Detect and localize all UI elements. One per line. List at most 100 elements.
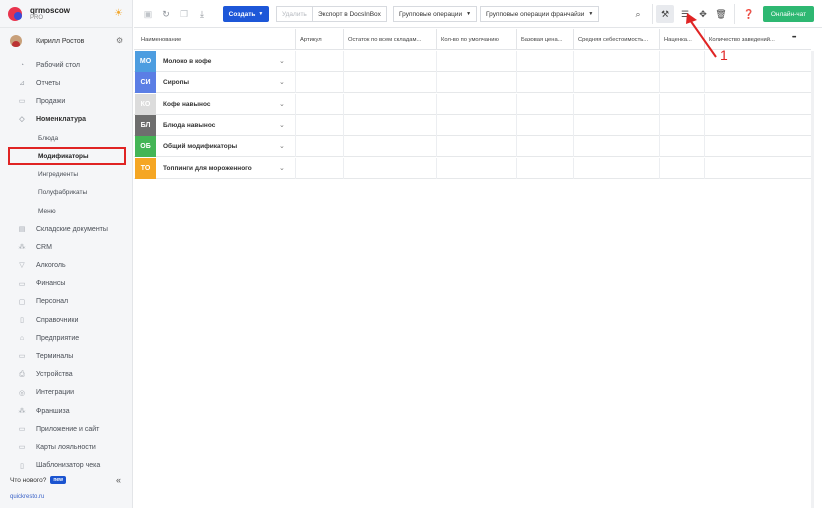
sidebar-item-label: Финансы xyxy=(36,280,66,288)
annotation-number: 1 xyxy=(720,47,728,63)
sidebar-item-loyalty[interactable]: ▭ Карты лояльности xyxy=(0,438,133,456)
sidebar-item-enterprise[interactable]: ⌂ Предприятие xyxy=(0,329,133,347)
group-operations-button[interactable]: Групповые операции ▼ xyxy=(393,6,478,22)
sidebar-item-staff[interactable]: ▢ Персонал xyxy=(0,293,133,311)
search-icon[interactable]: ⌕ xyxy=(632,8,644,20)
sidebar-item-directories[interactable]: ▯ Справочники xyxy=(0,311,133,329)
table-cell xyxy=(343,93,436,115)
table-cell xyxy=(659,136,704,158)
sidebar-item-label: Карты лояльности xyxy=(36,443,96,451)
export-docsinbox-button[interactable]: Экспорт в DocsInBox xyxy=(312,6,387,22)
table-cell xyxy=(659,114,704,136)
column-header[interactable]: Базовая цена... xyxy=(516,29,573,50)
column-header[interactable]: Остаток по всем складам... xyxy=(343,29,436,50)
vertical-scrollbar[interactable] xyxy=(811,51,814,508)
sidebar-item-label: Терминалы xyxy=(36,352,74,360)
sidebar-item-warehouse[interactable]: ▤ Складские документы xyxy=(0,220,133,238)
sidebar-item-terminals[interactable]: ▭ Терминалы xyxy=(0,347,133,365)
footer-link[interactable]: quickresto.ru xyxy=(10,494,44,500)
sidebar-item-receipt-template[interactable]: ▯ Шаблонизатор чека xyxy=(0,457,133,475)
sidebar-subitem[interactable]: Меню xyxy=(0,202,133,220)
chevron-down-icon[interactable]: ⌄ xyxy=(279,100,285,108)
sidebar-item-integrations[interactable]: ◎ Интеграции xyxy=(0,384,133,402)
brand-plan: PRO xyxy=(30,14,44,21)
group-operations-franchise-button[interactable]: Групповые операции франчайзи ▼ xyxy=(480,6,600,22)
copy-icon[interactable]: ❐ xyxy=(178,8,190,20)
sidebar-subitem[interactable]: Полуфабрикаты xyxy=(0,183,133,201)
table-cell xyxy=(516,114,573,136)
more-options-icon[interactable]: ••• xyxy=(792,35,796,41)
table-cell xyxy=(573,136,659,158)
refresh-icon[interactable]: ↻ xyxy=(160,8,172,20)
table-cell xyxy=(295,157,343,179)
sidebar-subitem-label: Ингредиенты xyxy=(38,170,78,178)
table-cell xyxy=(573,114,659,136)
table-row[interactable]: КО Кофе навынос ⌄ xyxy=(134,93,811,115)
table-cell xyxy=(516,136,573,158)
delete-button[interactable]: Удалить xyxy=(276,6,313,22)
sidebar-item-nomenclature[interactable]: ◇ Номенклатура xyxy=(0,110,133,128)
group-tile: БЛ xyxy=(135,114,156,136)
column-header[interactable]: Кол-во по умолчанию xyxy=(436,29,516,50)
annotation-arrow xyxy=(686,13,717,58)
column-header[interactable]: Артикул xyxy=(295,29,343,50)
table-cell xyxy=(343,136,436,158)
sidebar-item-crm[interactable]: ⁂ CRM xyxy=(0,238,133,256)
sidebar-item-label: Отчеты xyxy=(36,79,61,87)
chevron-down-icon[interactable]: ⌄ xyxy=(279,164,285,172)
table-row[interactable]: БЛ Блюда навынос ⌄ xyxy=(134,114,811,136)
table-cell xyxy=(573,157,659,179)
table-row[interactable]: ТО Топпинги для мороженного ⌄ xyxy=(134,157,811,179)
table-cell xyxy=(659,157,704,179)
sidebar-item-label: Продажи xyxy=(36,97,66,105)
group-tile: ТО xyxy=(135,157,156,179)
download-icon[interactable]: ⤓ xyxy=(196,8,208,20)
finance-icon: ▭ xyxy=(18,280,26,288)
sidebar-item-devices[interactable]: ⎙ Устройства xyxy=(0,366,133,384)
sidebar-item-alcohol[interactable]: ▽ Алкоголь xyxy=(0,256,133,274)
table-cell xyxy=(659,72,704,94)
save-icon[interactable]: ▣ xyxy=(142,8,154,20)
chevron-down-icon[interactable]: ⌄ xyxy=(279,78,285,86)
sidebar-item-label: Приложение и сайт xyxy=(36,425,100,433)
new-badge: new xyxy=(50,476,67,484)
sidebar-item-reports[interactable]: ⊿ Отчеты xyxy=(0,74,133,92)
integrations-icon: ◎ xyxy=(18,389,26,397)
chevron-down-icon[interactable]: ⌄ xyxy=(279,57,285,65)
row-name: Сиропы xyxy=(163,79,190,87)
tools-icon[interactable]: ⚒ xyxy=(659,8,671,20)
create-button[interactable]: Создать ▼ xyxy=(223,6,269,22)
sidebar-item-sales[interactable]: ▭ Продажи xyxy=(0,92,133,110)
chat-label: Онлайн-чат xyxy=(770,10,807,18)
settings-gear-icon[interactable]: ⚙ xyxy=(116,36,123,45)
table-cell xyxy=(295,114,343,136)
chevron-down-icon[interactable]: ⌄ xyxy=(279,142,285,150)
whats-new-link[interactable]: Что нового? new xyxy=(10,476,67,484)
table-cell xyxy=(343,51,436,72)
table-row[interactable]: СИ Сиропы ⌄ xyxy=(134,72,811,94)
group-tile: ОБ xyxy=(135,136,156,158)
collapse-sidebar-icon[interactable]: « xyxy=(116,475,121,485)
brand[interactable]: qrmoscow PRO ☀ xyxy=(0,0,132,28)
table-cell xyxy=(704,72,811,94)
avatar xyxy=(10,35,22,47)
table-cell xyxy=(704,136,811,158)
chevron-down-icon[interactable]: ⌄ xyxy=(279,121,285,129)
sidebar-item-app-site[interactable]: ▭ Приложение и сайт xyxy=(0,420,133,438)
column-header[interactable]: Наименование xyxy=(134,29,295,50)
table-cell xyxy=(516,157,573,179)
column-header[interactable]: Средняя себестоимость... xyxy=(573,29,659,50)
help-icon[interactable]: ❓ xyxy=(743,8,755,20)
sidebar-item-dashboard[interactable]: ◔ Рабочий стол xyxy=(0,56,133,74)
sidebar-item-finance[interactable]: ▭ Финансы xyxy=(0,275,133,293)
sales-icon: ▭ xyxy=(18,98,26,105)
user-profile[interactable]: Кирилл Ростов ⚙ xyxy=(0,28,132,54)
theme-sun-icon[interactable]: ☀ xyxy=(114,8,123,19)
sidebar-subitem[interactable]: Ингредиенты xyxy=(0,165,133,183)
online-chat-button[interactable]: Онлайн-чат xyxy=(763,6,814,22)
sidebar-subitem[interactable]: Блюда xyxy=(0,129,133,147)
sidebar-item-franchise[interactable]: ⁂ Франшиза xyxy=(0,402,133,420)
table-row[interactable]: ОБ Общий модификаторы ⌄ xyxy=(134,136,811,158)
crm-icon: ⁂ xyxy=(18,244,26,252)
sidebar-item-label: Алкоголь xyxy=(36,261,66,269)
